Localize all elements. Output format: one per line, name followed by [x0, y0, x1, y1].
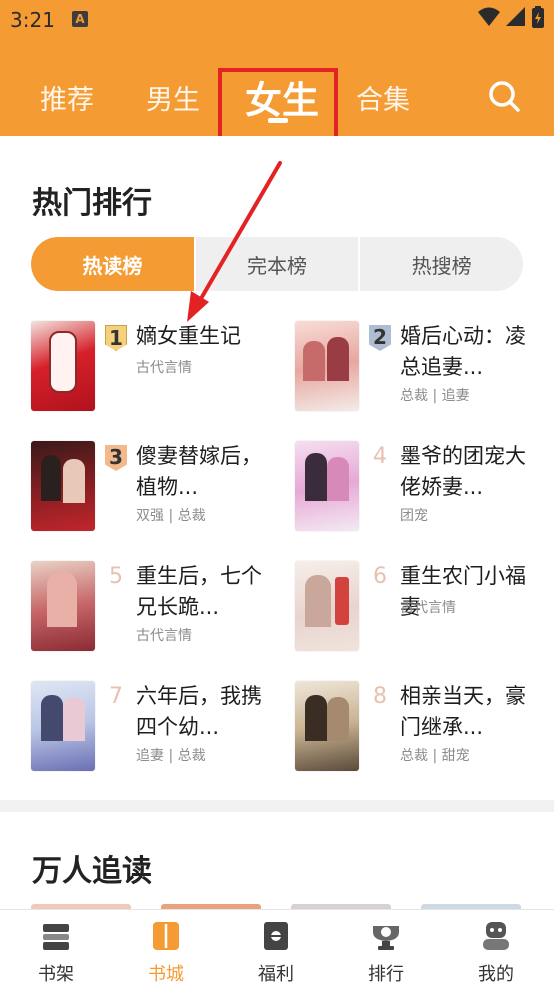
nav-label: 排行	[368, 964, 404, 984]
book-cover	[31, 321, 95, 411]
book-title: 六年后，我携四个幼...	[136, 684, 262, 739]
rank-number: 5	[109, 564, 123, 589]
status-bar: 3:21 A	[0, 0, 554, 42]
rank-badge: 1	[105, 325, 127, 351]
hot-ranking-section: 热门排行 热读榜 完本榜 热搜榜 1 嫡女重生记 古代言情 2 婚后心动：凌总追…	[0, 136, 554, 800]
book-cover	[295, 681, 359, 771]
rank-badge: 2	[369, 325, 391, 351]
ranked-book-item[interactable]: 4 墨爷的团宠大佬娇妻... 团宠	[295, 441, 545, 541]
nav-label: 福利	[258, 964, 294, 984]
book-title: 傻妻替嫁后，植物...	[136, 444, 262, 499]
gift-card-icon	[264, 922, 288, 950]
segment-hot-search[interactable]: 热搜榜	[360, 237, 523, 291]
book-cover	[295, 561, 359, 651]
popular-reads-section: 万人追读	[0, 812, 554, 914]
bottom-nav: 书架 书城 福利 排行 我的	[0, 909, 554, 984]
nav-bookstore[interactable]: 书城	[116, 910, 216, 984]
book-tags: 总裁 | 追妻	[400, 388, 470, 404]
book-tags: 古代言情	[136, 628, 192, 644]
ranked-book-item[interactable]: 7 六年后，我携四个幼... 追妻 | 总裁	[31, 681, 281, 781]
rank-number: 7	[109, 684, 123, 709]
book-cover	[31, 561, 95, 651]
status-time: 3:21	[10, 8, 55, 32]
book-icon	[153, 922, 179, 950]
nav-label: 书城	[148, 964, 184, 984]
section-title: 热门排行	[32, 186, 152, 221]
ranking-segmented-control: 热读榜 完本榜 热搜榜	[31, 237, 523, 291]
notification-icon: A	[72, 11, 88, 27]
bookshelf-icon	[43, 924, 69, 950]
ranked-book-item[interactable]: 6 重生农门小福妻 古代言情	[295, 561, 545, 661]
book-tags: 团宠	[400, 508, 428, 524]
book-tags: 追妻 | 总裁	[136, 748, 206, 764]
book-title: 重生后，七个兄长跪...	[136, 564, 262, 619]
book-title: 嫡女重生记	[136, 324, 241, 348]
wifi-icon	[478, 7, 500, 26]
rank-number: 4	[373, 444, 387, 469]
rank-number: 6	[373, 564, 387, 589]
top-tab-bar: 推荐 男生 女生 合集	[0, 42, 554, 142]
nav-ranking[interactable]: 排行	[336, 910, 436, 984]
app-screen: 3:21 A 推荐 男生 女生 合集 热门排行 热读榜 完本榜 热搜榜 1 嫡女…	[0, 0, 554, 984]
trophy-icon	[373, 926, 399, 950]
ranked-book-item[interactable]: 3 傻妻替嫁后，植物... 双强 | 总裁	[31, 441, 281, 541]
section-title: 万人追读	[32, 854, 152, 889]
rank-number: 8	[373, 684, 387, 709]
nav-label: 我的	[478, 964, 514, 984]
book-cover	[295, 321, 359, 411]
book-tags: 总裁 | 甜宠	[400, 748, 470, 764]
search-icon[interactable]	[486, 78, 522, 114]
nav-bookshelf[interactable]: 书架	[6, 910, 106, 984]
tab-collection[interactable]: 合集	[356, 78, 410, 117]
book-tags: 双强 | 总裁	[136, 508, 206, 524]
book-cover	[31, 681, 95, 771]
book-tags: 古代言情	[136, 360, 192, 376]
ranked-book-item[interactable]: 1 嫡女重生记 古代言情	[31, 321, 281, 421]
ranked-book-item[interactable]: 8 相亲当天，豪门继承... 总裁 | 甜宠	[295, 681, 545, 781]
user-icon	[483, 922, 509, 950]
book-cover	[31, 441, 95, 531]
segment-hot-read[interactable]: 热读榜	[31, 237, 194, 291]
annotation-highlight-box	[218, 68, 338, 142]
book-title: 墨爷的团宠大佬娇妻...	[400, 444, 526, 499]
nav-benefits[interactable]: 福利	[226, 910, 326, 984]
tab-male[interactable]: 男生	[146, 78, 200, 117]
nav-label: 书架	[38, 964, 74, 984]
rank-badge: 3	[105, 445, 127, 471]
tab-recommend[interactable]: 推荐	[40, 78, 94, 117]
ranked-book-item[interactable]: 2 婚后心动：凌总追妻... 总裁 | 追妻	[295, 321, 545, 421]
battery-icon	[532, 6, 544, 28]
signal-icon	[506, 7, 525, 26]
book-tags: 古代言情	[400, 600, 456, 616]
ranked-book-item[interactable]: 5 重生后，七个兄长跪... 古代言情	[31, 561, 281, 661]
segment-completed[interactable]: 完本榜	[193, 237, 361, 291]
book-cover	[295, 441, 359, 531]
book-title: 婚后心动：凌总追妻...	[400, 324, 526, 379]
book-title: 相亲当天，豪门继承...	[400, 684, 526, 739]
status-icons	[478, 6, 544, 28]
nav-profile[interactable]: 我的	[446, 910, 546, 984]
